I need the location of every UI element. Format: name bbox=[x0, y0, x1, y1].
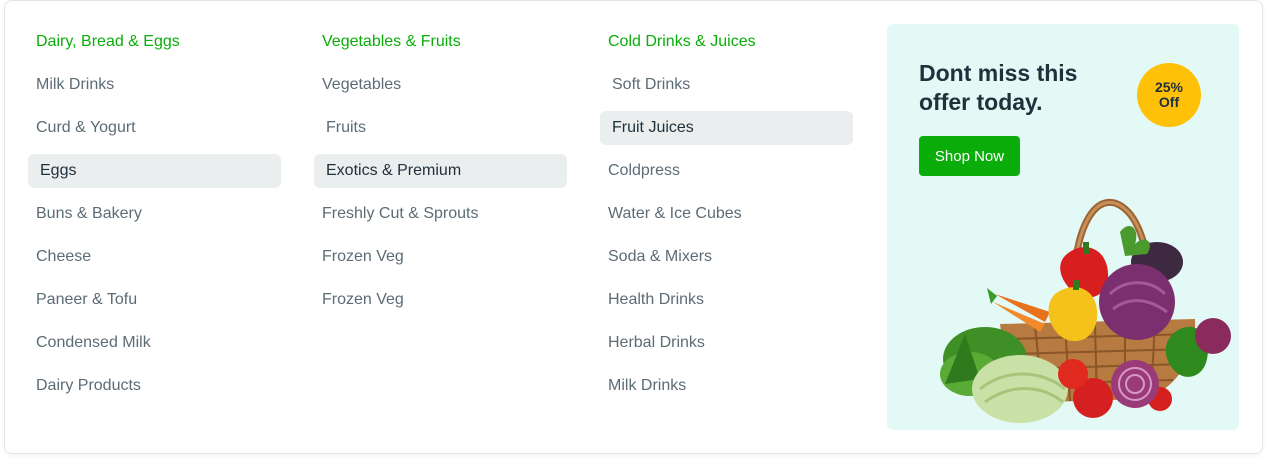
subcategory-item-cheese[interactable]: Cheese bbox=[28, 240, 281, 274]
subcategory-item-health-drinks[interactable]: Health Drinks bbox=[600, 283, 853, 317]
subcategory-item-condensed-milk[interactable]: Condensed Milk bbox=[28, 326, 281, 360]
subcategory-item-paneer-tofu[interactable]: Paneer & Tofu bbox=[28, 283, 281, 317]
subcategory-item-dairy-products[interactable]: Dairy Products bbox=[28, 369, 281, 403]
shop-now-button[interactable]: Shop Now bbox=[919, 136, 1020, 176]
category-column-dairy: Dairy, Bread & Eggs Milk Drinks Curd & Y… bbox=[28, 25, 281, 412]
subcategory-item-water-ice-cubes[interactable]: Water & Ice Cubes bbox=[600, 197, 853, 231]
subcategory-item-frozen-veg-2[interactable]: Frozen Veg bbox=[314, 283, 567, 317]
subcategory-item-exotics-premium[interactable]: Exotics & Premium bbox=[314, 154, 567, 188]
vegetable-basket-image bbox=[940, 198, 1231, 423]
subcategory-item-herbal-drinks[interactable]: Herbal Drinks bbox=[600, 326, 853, 360]
promo-title: Dont miss this offer today. bbox=[919, 60, 1078, 115]
subcategory-item-vegetables[interactable]: Vegetables bbox=[314, 68, 567, 102]
subcategory-list: Vegetables Fruits Exotics & Premium Fres… bbox=[314, 68, 567, 317]
discount-badge-off: Off bbox=[1158, 94, 1180, 110]
subcategory-list: Milk Drinks Curd & Yogurt Eggs Buns & Ba… bbox=[28, 68, 281, 403]
category-heading-dairy-bread-eggs[interactable]: Dairy, Bread & Eggs bbox=[28, 25, 281, 59]
subcategory-item-eggs[interactable]: Eggs bbox=[28, 154, 281, 188]
subcategory-item-fruits[interactable]: Fruits bbox=[314, 111, 567, 145]
subcategory-item-soda-mixers[interactable]: Soda & Mixers bbox=[600, 240, 853, 274]
subcategory-item-milk-drinks[interactable]: Milk Drinks bbox=[28, 68, 281, 102]
subcategory-item-curd-yogurt[interactable]: Curd & Yogurt bbox=[28, 111, 281, 145]
discount-badge: 25% Off bbox=[1137, 63, 1201, 127]
category-column-vegetables: Vegetables & Fruits Vegetables Fruits Ex… bbox=[314, 25, 567, 326]
category-column-cold-drinks: Cold Drinks & Juices Soft Drinks Fruit J… bbox=[600, 25, 853, 412]
subcategory-item-frozen-veg[interactable]: Frozen Veg bbox=[314, 240, 567, 274]
subcategory-item-coldpress[interactable]: Coldpress bbox=[600, 154, 853, 188]
subcategory-item-buns-bakery[interactable]: Buns & Bakery bbox=[28, 197, 281, 231]
subcategory-item-soft-drinks[interactable]: Soft Drinks bbox=[600, 68, 853, 102]
category-heading-cold-drinks-juices[interactable]: Cold Drinks & Juices bbox=[600, 25, 853, 59]
category-heading-vegetables-fruits[interactable]: Vegetables & Fruits bbox=[314, 25, 567, 59]
mega-menu-dropdown: Dairy, Bread & Eggs Milk Drinks Curd & Y… bbox=[4, 0, 1263, 454]
subcategory-item-milk-drinks[interactable]: Milk Drinks bbox=[600, 369, 853, 403]
discount-badge-percent: 25% bbox=[1154, 79, 1184, 95]
subcategory-list: Soft Drinks Fruit Juices Coldpress Water… bbox=[600, 68, 853, 403]
subcategory-item-freshly-cut-sprouts[interactable]: Freshly Cut & Sprouts bbox=[314, 197, 567, 231]
subcategory-item-fruit-juices[interactable]: Fruit Juices bbox=[600, 111, 853, 145]
promo-card: Dont miss this offer today. 25% Off Shop… bbox=[887, 24, 1239, 430]
